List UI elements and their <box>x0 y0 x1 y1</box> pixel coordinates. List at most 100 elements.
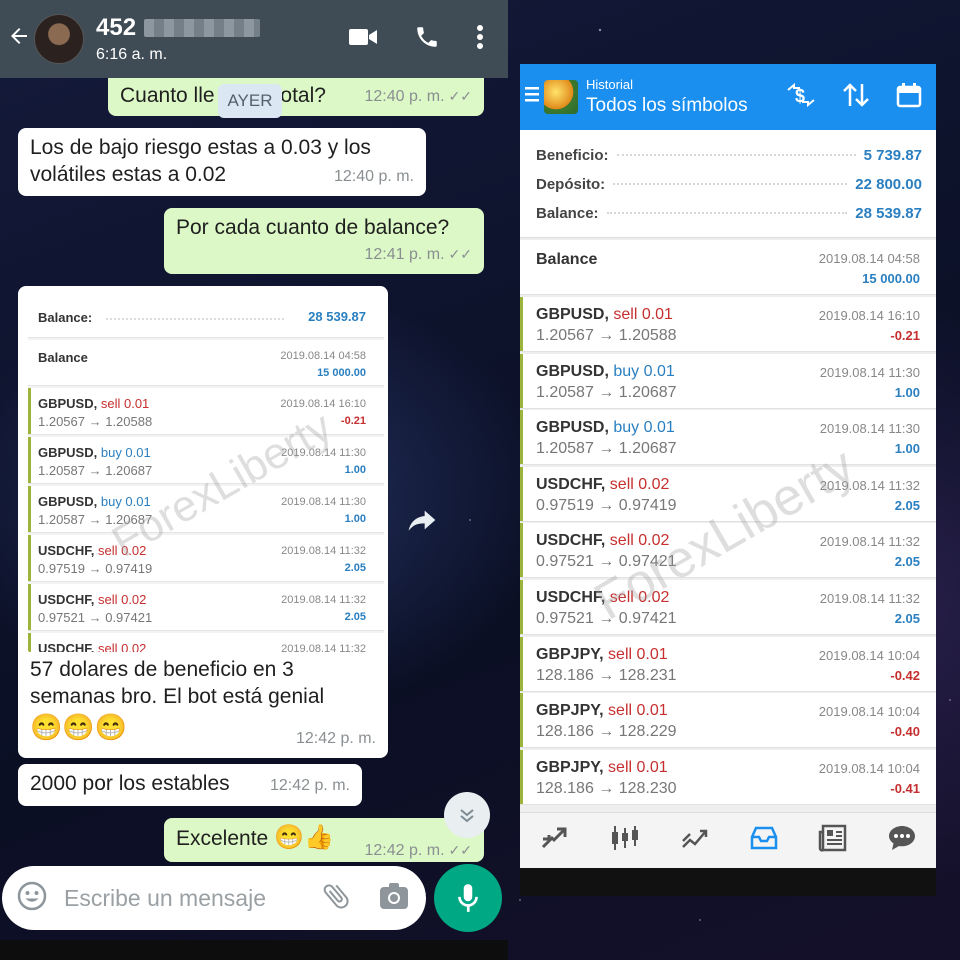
trade-row[interactable]: USDCHF, sell 0.02 2019.08.14 11:32 <box>28 633 384 652</box>
double-check-icon: ✓✓ <box>448 246 472 262</box>
message-text: Excelente <box>176 827 269 850</box>
avatar[interactable] <box>34 14 84 64</box>
trade-side: sell 0.01 <box>100 396 150 411</box>
message-incoming[interactable]: Los de bajo riesgo estas a 0.03 y los vo… <box>18 128 426 196</box>
currency-exchange-icon[interactable]: $ <box>786 82 816 113</box>
trade-symbol: GBPUSD, <box>536 362 609 380</box>
trade-prices: 128.186 → 128.229 <box>536 723 677 741</box>
trade-row[interactable]: GBPUSD, sell 0.01 1.20567 → 1.20588 2019.0… <box>28 388 384 435</box>
trade-indicator-bar <box>28 535 31 581</box>
trade-profit: 1.00 <box>344 513 366 525</box>
message-outgoing[interactable]: Excelente 😁👍 12:42 p. m. ✓✓ <box>164 818 484 862</box>
balance-row[interactable]: Balance 2019.08.14 04:58 15 000.00 <box>520 240 936 295</box>
voice-call-icon[interactable] <box>414 24 440 55</box>
menu-icon[interactable] <box>522 85 542 109</box>
metatrader-logo <box>544 80 578 114</box>
quotes-icon[interactable] <box>540 825 570 856</box>
double-check-icon: ✓✓ <box>448 842 472 858</box>
trade-prices: 1.20587 → 1.20687 <box>536 383 677 401</box>
trade-indicator-bar <box>28 584 31 630</box>
trade-row[interactable]: GBPUSD, buy 0.01 1.20587 → 1.20687 2019.08… <box>520 353 936 409</box>
trade-date: 2019.08.14 11:32 <box>819 534 920 550</box>
shared-screenshot[interactable]: Balance: 28 539.87 Balance 2019.08.14 04… <box>28 296 384 652</box>
symbol-selector[interactable]: Historial Todos los símbolos <box>586 77 786 117</box>
trade-symbol: USDCHF, <box>38 592 95 607</box>
trade-row[interactable]: GBPUSD, sell 0.01 1.20567 → 1.20588 2019.0… <box>520 297 936 352</box>
trade-profit: 1.00 <box>894 441 920 457</box>
trade-row[interactable]: GBPUSD, buy 0.01 1.20587 → 1.20687 2019.08… <box>28 437 384 484</box>
trade-date: 2019.08.14 10:04 <box>818 760 920 776</box>
back-arrow-icon[interactable] <box>4 24 34 55</box>
scroll-down-button[interactable] <box>444 792 490 838</box>
emoji-icon[interactable] <box>16 880 48 917</box>
trade-profit: -0.21 <box>340 415 366 427</box>
trade-row[interactable]: USDCHF, sell 0.02 0.97519 → 0.97419 2019.0… <box>520 466 936 522</box>
forward-icon[interactable] <box>406 506 438 539</box>
trade-side: sell 0.02 <box>609 475 670 493</box>
message-incoming[interactable]: 2000 por los estables 12:42 p. m. <box>18 764 362 806</box>
trade-date: 2019.08.14 11:30 <box>281 496 366 508</box>
history-icon[interactable] <box>749 825 779 856</box>
trade-symbol: USDCHF, <box>38 641 95 652</box>
news-icon[interactable] <box>818 824 848 857</box>
attach-icon[interactable] <box>320 880 352 917</box>
trade-prices: 0.97519 → 0.97419 <box>536 496 677 514</box>
trade-side: sell 0.02 <box>609 532 670 550</box>
trade-row[interactable]: GBPJPY, sell 0.01 128.186 → 128.229 2019.0… <box>520 693 936 749</box>
trade-prices: 0.97519 → 0.97419 <box>38 561 153 576</box>
trade-indicator-bar <box>28 437 31 483</box>
camera-icon[interactable] <box>378 881 410 916</box>
trade-symbol: GBPUSD, <box>536 306 609 323</box>
message-time: 12:41 p. m. <box>364 246 445 263</box>
trade-profit: -0.41 <box>890 780 920 796</box>
trade-side: sell 0.01 <box>613 306 673 323</box>
summary-row: Balance: 28 539.87 <box>536 204 922 222</box>
trade-indicator-bar <box>520 749 523 804</box>
message-time: 12:40 p. m. <box>364 88 445 105</box>
message-outgoing[interactable]: Cuanto lle total? 12:40 p. m. ✓✓ <box>108 78 484 116</box>
message-text-line1: Los de bajo riesgo estas a 0.03 y los <box>30 136 371 159</box>
trade-indicator-bar <box>520 523 523 578</box>
trade-row[interactable]: USDCHF, sell 0.02 0.97519 → 0.97419 2019.0… <box>28 535 384 582</box>
trade-row[interactable]: USDCHF, sell 0.02 0.97521 → 0.97421 2019.0… <box>28 584 384 631</box>
trade-date: 2019.08.14 11:32 <box>281 594 366 606</box>
header-subtitle: Historial <box>586 77 633 92</box>
more-options-icon[interactable] <box>476 24 484 55</box>
chat-icon[interactable] <box>887 824 917 857</box>
message-input[interactable]: Escribe un mensaje <box>64 885 320 912</box>
trade-date: 2019.08.14 10:04 <box>818 704 920 720</box>
microphone-button[interactable] <box>434 864 502 932</box>
header-title: Todos los símbolos <box>586 95 748 116</box>
contact-info[interactable]: 452 6:16 a. m. <box>96 14 348 64</box>
message-time: 12:40 p. m. <box>333 168 414 185</box>
contact-name: 452 <box>96 14 137 41</box>
trade-profit: 2.05 <box>344 562 366 574</box>
sort-icon[interactable] <box>842 82 870 113</box>
trade-row[interactable]: USDCHF, sell 0.02 0.97521 → 0.97421 2019.0… <box>520 523 936 579</box>
chart-icon[interactable] <box>609 824 641 857</box>
trade-row[interactable]: USDCHF, sell 0.02 0.97521 → 0.97421 2019.0… <box>520 580 936 635</box>
summary-row: Beneficio: 5 739.87 <box>536 146 922 164</box>
trade-icon[interactable] <box>680 825 710 856</box>
trade-indicator-bar <box>28 486 31 532</box>
trade-row[interactable]: GBPJPY, sell 0.01 128.186 → 128.231 2019.0… <box>520 636 936 692</box>
trade-side: sell 0.02 <box>97 592 147 607</box>
video-call-icon[interactable] <box>348 26 378 53</box>
trade-prices: 1.20587 → 1.20687 <box>536 440 677 458</box>
emoji-grin: 😁😁😁 <box>30 712 128 742</box>
message-composer[interactable]: Escribe un mensaje <box>2 866 426 930</box>
trade-indicator-bar <box>520 693 523 748</box>
trade-indicator-bar <box>520 466 523 521</box>
trade-row[interactable]: GBPJPY, sell 0.01 128.186 → 128.230 2019.0… <box>520 749 936 805</box>
trade-side: sell 0.02 <box>97 641 147 652</box>
trade-row[interactable]: GBPUSD, buy 0.01 1.20587 → 1.20687 2019.08… <box>28 486 384 533</box>
message-time: 12:42 p. m. <box>269 777 350 794</box>
trade-row[interactable]: GBPUSD, buy 0.01 1.20587 → 1.20687 2019.08… <box>520 410 936 466</box>
trade-profit: 1.00 <box>894 384 920 400</box>
whatsapp-chat: 452 6:16 a. m. Cuanto lle total? 12:40 p.… <box>0 0 508 960</box>
android-nav-bar <box>520 868 936 896</box>
message-outgoing[interactable]: Por cada cuanto de balance? 12:41 p. m. ✓… <box>164 208 484 274</box>
calendar-icon[interactable] <box>896 82 922 113</box>
last-seen: 6:16 a. m. <box>96 46 168 63</box>
trade-prices: 0.97521 → 0.97421 <box>536 610 677 627</box>
